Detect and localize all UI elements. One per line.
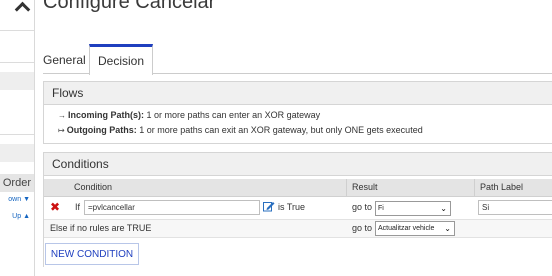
- tab-general[interactable]: General: [43, 47, 86, 73]
- column-divider: [346, 179, 347, 196]
- left-side-panel: Order own ▼ Up ▲: [0, 0, 35, 276]
- delete-icon[interactable]: ✖: [50, 201, 60, 213]
- divider: [0, 30, 34, 31]
- chevron-down-icon: ⌄: [440, 204, 447, 213]
- else-row: Else if no rules are TRUE go to Actualit…: [44, 220, 552, 238]
- goto-label: go to: [352, 202, 373, 212]
- incoming-paths-row: → Incoming Path(s): 1 or more paths can e…: [58, 110, 320, 120]
- move-up-link[interactable]: Up ▲: [12, 213, 30, 220]
- panel-band: [0, 72, 34, 90]
- outgoing-paths-text: 1 or more paths can exit an XOR gateway,…: [139, 125, 423, 135]
- order-column-header: Order: [0, 174, 34, 192]
- main-content: Configure Cancelar General Decision Flow…: [35, 0, 552, 276]
- incoming-arrow-icon: →: [58, 111, 66, 120]
- incoming-paths-label: Incoming Path(s):: [68, 110, 144, 120]
- is-true-label: is True: [278, 202, 306, 212]
- else-goto-label: go to: [352, 223, 373, 233]
- edit-icon[interactable]: [263, 201, 275, 212]
- flows-panel: Flows → Incoming Path(s): 1 or more paths…: [43, 81, 552, 144]
- incoming-paths-text: 1 or more paths can enter an XOR gateway: [146, 110, 321, 120]
- conditions-table-header: Condition Result Path Label: [44, 179, 552, 197]
- column-header-result: Result: [352, 182, 378, 192]
- flows-header: Flows: [44, 82, 552, 105]
- tab-bar: General Decision: [43, 44, 552, 75]
- outgoing-paths-label: Outgoing Paths:: [66, 125, 137, 135]
- column-header-path-label: Path Label: [480, 182, 524, 192]
- divider: [0, 134, 34, 135]
- else-goto-select[interactable]: Actualitzar vehicle ⌄: [375, 221, 455, 236]
- move-down-link[interactable]: own ▼: [8, 196, 30, 203]
- else-goto-value: Actualitzar vehicle: [378, 225, 435, 232]
- conditions-header: Conditions: [44, 153, 552, 176]
- column-divider: [474, 179, 475, 196]
- column-header-condition: Condition: [74, 182, 113, 192]
- condition-row: ✖ If is True go to Fi ⌄: [44, 197, 552, 220]
- else-label: Else if no rules are TRUE: [50, 223, 152, 233]
- outgoing-paths-row: ↦ Outgoing Paths: 1 or more paths can exi…: [58, 125, 423, 135]
- tab-decision[interactable]: Decision: [89, 44, 153, 75]
- divider: [0, 62, 34, 63]
- panel-band: [0, 144, 34, 162]
- goto-target-value: Fi: [378, 205, 384, 212]
- outgoing-arrow-icon: ↦: [58, 126, 65, 135]
- if-label: If: [75, 202, 81, 212]
- page-title: Configure Cancelar: [43, 0, 216, 13]
- conditions-panel: Conditions Condition Result Path Label ✖…: [43, 152, 552, 267]
- path-label-input[interactable]: [478, 200, 552, 215]
- new-condition-button[interactable]: NEW CONDITION: [45, 243, 139, 265]
- chevron-up-icon[interactable]: [14, 1, 31, 18]
- chevron-down-icon: ⌄: [444, 224, 451, 233]
- goto-target-select[interactable]: Fi ⌄: [375, 201, 451, 216]
- condition-expression-input[interactable]: [84, 200, 260, 215]
